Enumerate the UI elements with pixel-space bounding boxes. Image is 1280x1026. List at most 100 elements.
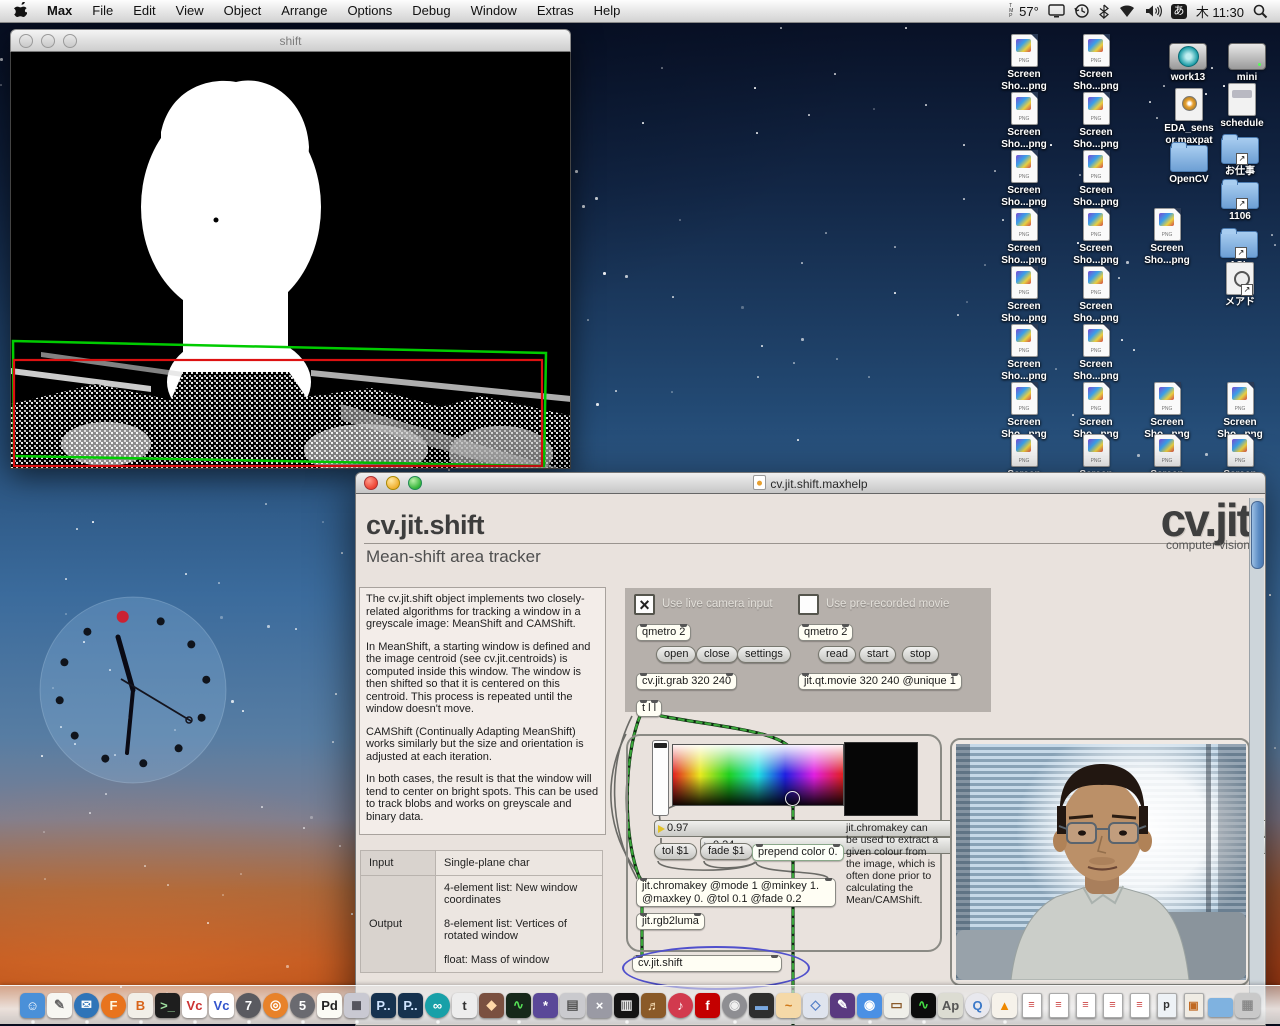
- analog-clock-widget[interactable]: [38, 595, 228, 785]
- desktop-icon-png[interactable]: PNGScreen Sho...png: [1058, 91, 1134, 151]
- dock-five-app[interactable]: 5: [290, 991, 316, 1024]
- dock-headphones-app[interactable]: ◉: [722, 991, 748, 1024]
- input-method-badge[interactable]: あ: [1170, 3, 1187, 19]
- temperature-widget[interactable]: TMP 57°: [1009, 3, 1039, 19]
- bluetooth-icon[interactable]: [1098, 4, 1109, 19]
- dock-art-brush-app[interactable]: ✎: [830, 991, 856, 1019]
- dock-dock-folder[interactable]: [1208, 991, 1234, 1019]
- dock-movie-clapper[interactable]: ▬: [749, 991, 775, 1019]
- cvjit-shift-object[interactable]: cv.jit.shift: [632, 955, 782, 972]
- dock-midi-keyboard[interactable]: ▥: [614, 991, 640, 1024]
- dock-tux-utility[interactable]: t: [452, 991, 478, 1019]
- dock-arduino[interactable]: ∞: [425, 991, 451, 1024]
- desktop-icon-png[interactable]: PNGScreen Sho...png: [1058, 207, 1134, 267]
- desktop-icon-doc[interactable]: schedule: [1204, 82, 1280, 130]
- qmetro-left-object[interactable]: qmetro 2: [636, 624, 692, 641]
- slider-handle[interactable]: [654, 743, 667, 748]
- dock-max-doc-2[interactable]: ≡: [1046, 991, 1072, 1019]
- zoom-button[interactable]: [408, 476, 422, 490]
- menu-edit[interactable]: Edit: [123, 3, 165, 18]
- dock-quicktime[interactable]: Q: [965, 991, 991, 1019]
- dock-textedit[interactable]: ✎: [47, 991, 73, 1019]
- desktop-icon-png[interactable]: PNGScreen Sho...png: [986, 91, 1062, 151]
- desktop-icon-png[interactable]: PNGScreen Sho...png: [986, 381, 1062, 441]
- desktop-icon-png[interactable]: PNGScreen Sho...png: [1129, 381, 1205, 441]
- desktop-icon-folder-alias[interactable]: ↗ 1106: [1202, 175, 1278, 223]
- fade-message[interactable]: fade $1: [700, 843, 753, 860]
- scrollbar-thumb[interactable]: [1251, 501, 1264, 569]
- color-swatch[interactable]: [672, 744, 844, 806]
- desktop-icon-png[interactable]: PNGScreen Sho...png: [1202, 381, 1278, 441]
- dock-penguin-doc[interactable]: p: [1154, 991, 1180, 1019]
- desktop-icon-png[interactable]: PNGScreen Sho...png: [1129, 207, 1205, 267]
- volume-icon[interactable]: [1145, 4, 1162, 18]
- jit-rgb2luma-object[interactable]: jit.rgb2luma: [636, 913, 705, 930]
- desktop-icon-png[interactable]: PNGScreen Sho...png: [1058, 33, 1134, 93]
- start-message[interactable]: start: [859, 646, 897, 663]
- swatch-cursor[interactable]: [785, 791, 800, 806]
- desktop-icon-png[interactable]: PNGScreen Sho...png: [986, 265, 1062, 325]
- menu-view[interactable]: View: [166, 3, 214, 18]
- desktop-icon-png[interactable]: PNGScreen Sho...png: [1058, 149, 1134, 209]
- shift-window-titlebar[interactable]: shift: [10, 29, 571, 52]
- dock-max-msp[interactable]: ◼: [344, 991, 370, 1024]
- menu-arrange[interactable]: Arrange: [271, 3, 337, 18]
- dock-fetch-fish[interactable]: ~: [776, 991, 802, 1019]
- jit-chromakey-object[interactable]: jit.chromakey @mode 1 @minkey 1. @maxkey…: [636, 878, 836, 907]
- desktop-icon-png[interactable]: PNGScreen Sho...png: [986, 149, 1062, 209]
- dock-dial-seven[interactable]: 7: [236, 991, 262, 1024]
- dock-vnc-viewer[interactable]: Vc: [182, 991, 208, 1024]
- wifi-icon[interactable]: [1118, 4, 1136, 18]
- qmetro-right-object[interactable]: qmetro 2: [798, 624, 854, 641]
- minimize-button[interactable]: [41, 33, 55, 48]
- stop-message[interactable]: stop: [902, 646, 939, 663]
- dock-app-builder[interactable]: Ap: [938, 991, 964, 1019]
- scrollbar-track[interactable]: [1249, 498, 1264, 1020]
- close-message[interactable]: close: [696, 646, 738, 663]
- movie-checkbox[interactable]: [798, 594, 819, 615]
- close-button[interactable]: [364, 476, 378, 490]
- open-message[interactable]: open: [656, 646, 697, 663]
- desktop-icon-folder-alias[interactable]: ↗ お仕事: [1202, 130, 1278, 178]
- dock-blue-utility[interactable]: ◉: [857, 991, 883, 1024]
- dock-keychain-app[interactable]: ◆: [479, 991, 505, 1019]
- menu-file[interactable]: File: [82, 3, 123, 18]
- dock-flash[interactable]: f: [695, 991, 721, 1019]
- dock-processing-doc-2[interactable]: P..: [398, 991, 424, 1019]
- desktop-icon-png[interactable]: PNGScreen Sho...png: [986, 33, 1062, 93]
- desktop-icon-png[interactable]: PNGScreen Sho...png: [1058, 323, 1134, 383]
- dock-bibdesk[interactable]: B: [128, 991, 154, 1024]
- trigger-object[interactable]: t l l: [636, 700, 663, 717]
- menu-window[interactable]: Window: [461, 3, 527, 18]
- desktop-icon-png[interactable]: PNGScreen Sho...png: [986, 207, 1062, 267]
- dock-oscilloscope[interactable]: ∿: [506, 991, 532, 1024]
- menu-object[interactable]: Object: [214, 3, 272, 18]
- desktop-icon-memo-alias[interactable]: ↗ メアド: [1202, 261, 1278, 309]
- dock-itunes[interactable]: ♪: [668, 991, 694, 1019]
- zoom-button[interactable]: [63, 33, 77, 48]
- dock-finder[interactable]: ☺: [20, 991, 46, 1024]
- dock-vnc-server[interactable]: Vc: [209, 991, 235, 1019]
- dock-processing-doc-1[interactable]: P..: [371, 991, 397, 1019]
- dock-max-doc-4[interactable]: ≡: [1100, 991, 1126, 1019]
- live-camera-checkbox[interactable]: ×: [634, 594, 655, 615]
- dock-max-runtime-doc[interactable]: ▣: [1181, 991, 1207, 1019]
- dock-max-doc-5[interactable]: ≡: [1127, 991, 1153, 1019]
- prepend-color-object[interactable]: prepend color 0.: [752, 844, 844, 861]
- dock-garageband[interactable]: ♬: [641, 991, 667, 1019]
- jit-qt-movie-object[interactable]: jit.qt.movie 320 240 @unique 1: [798, 673, 962, 690]
- dock-grapher-book[interactable]: *: [533, 991, 559, 1019]
- dock-pure-data[interactable]: Pd: [317, 991, 343, 1019]
- dock-iphoto[interactable]: ◇: [803, 991, 829, 1019]
- dock-terminal[interactable]: >_: [155, 991, 181, 1019]
- desktop-icon-png[interactable]: PNGScreen Sho...png: [1058, 381, 1134, 441]
- menu-bar-clock[interactable]: 木 11:30: [1196, 2, 1244, 21]
- menu-max[interactable]: Max: [37, 3, 82, 18]
- maxhelp-titlebar[interactable]: cv.jit.shift.maxhelp: [355, 472, 1266, 494]
- dock-max-doc-3[interactable]: ≡: [1073, 991, 1099, 1019]
- dock-thunderbird[interactable]: ✉: [74, 991, 100, 1024]
- dock-trash[interactable]: ▦: [1235, 991, 1261, 1019]
- spotlight-icon[interactable]: [1253, 4, 1268, 19]
- menu-extras[interactable]: Extras: [527, 3, 584, 18]
- cvjit-grab-object[interactable]: cv.jit.grab 320 240: [636, 673, 738, 690]
